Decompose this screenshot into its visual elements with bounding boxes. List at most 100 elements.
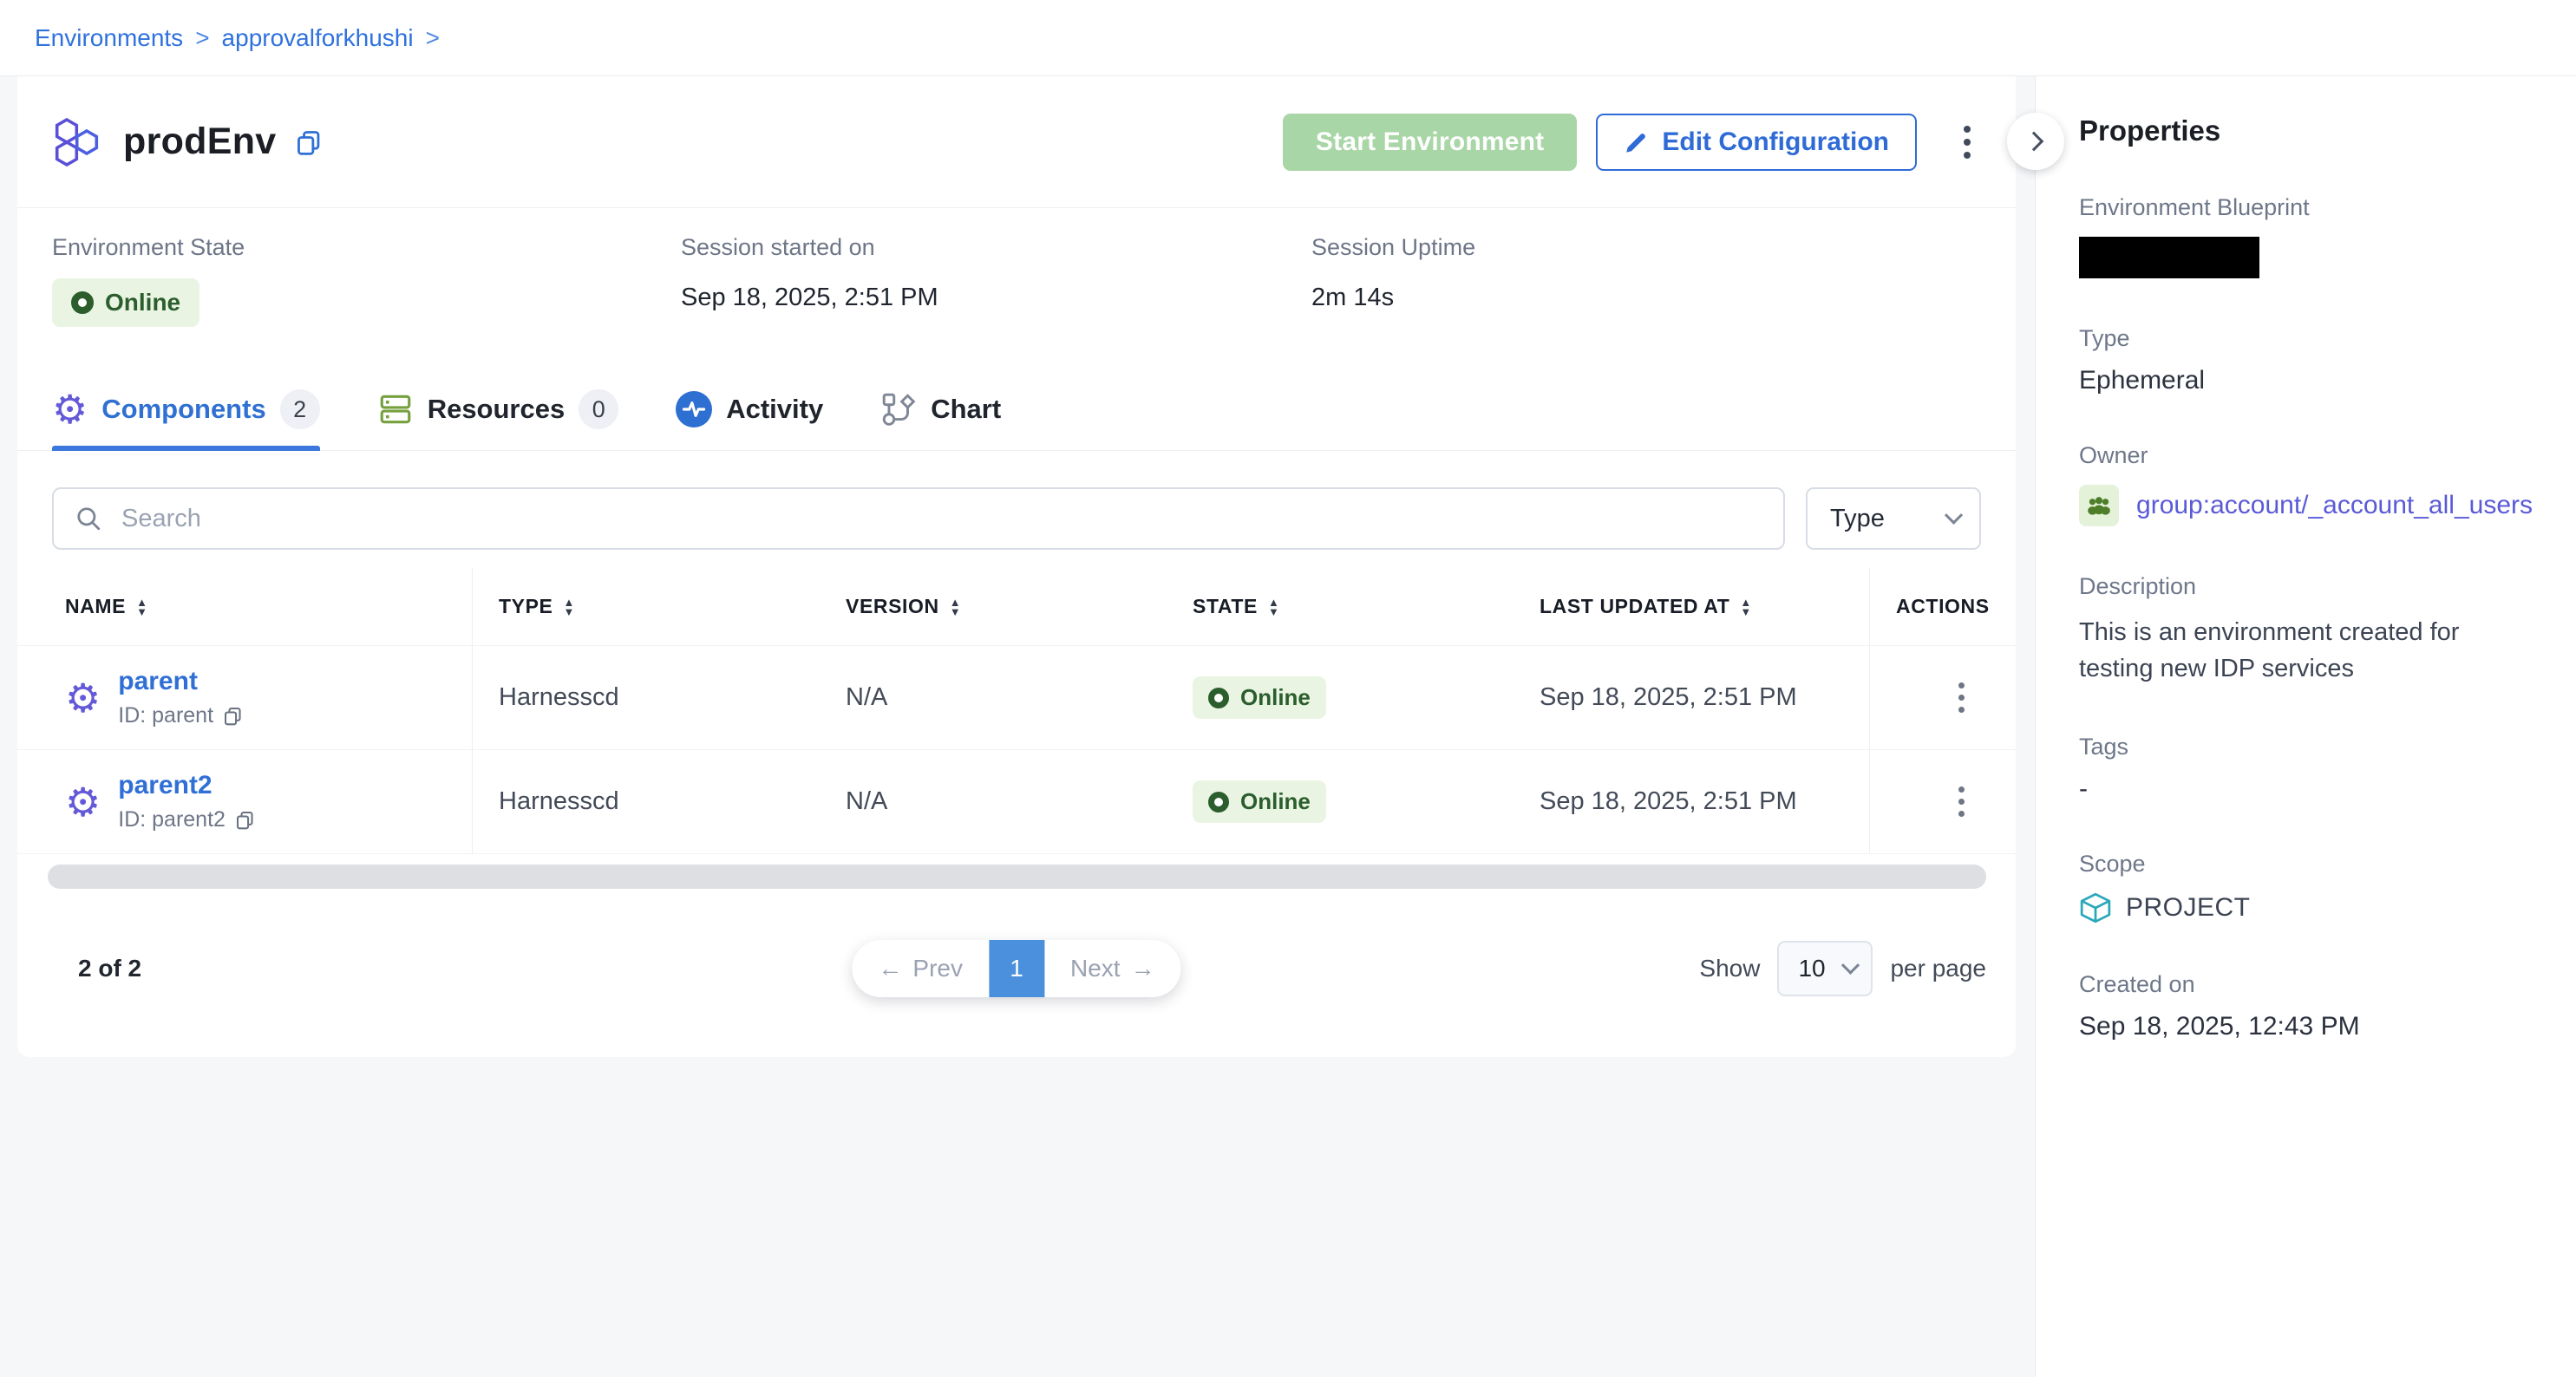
properties-panel: Properties Environment Blueprint Type Ep… [2035, 76, 2576, 1377]
environment-header: prodEnv Start Environment Edit Configura… [17, 76, 2016, 208]
column-header-type[interactable]: TYPE ▲▼ [473, 568, 820, 645]
online-status-icon [1208, 688, 1229, 708]
copy-id-icon[interactable] [234, 809, 256, 831]
component-type: Harnesscd [473, 646, 820, 749]
edit-configuration-button[interactable]: Edit Configuration [1596, 114, 1917, 171]
resources-stack-icon [377, 391, 414, 427]
page-size-dropdown[interactable]: 10 [1777, 941, 1873, 996]
component-last-updated: Sep 18, 2025, 2:51 PM [1514, 646, 1869, 749]
environment-summary-row: Environment State Online Session started… [17, 208, 2016, 369]
session-uptime-value: 2m 14s [1311, 284, 1475, 312]
show-label: Show [1699, 955, 1760, 982]
owner-label: Owner [2079, 442, 2533, 469]
sort-icon: ▲▼ [1740, 597, 1751, 617]
next-page-button[interactable]: Next → [1044, 940, 1181, 997]
environment-hexagon-icon [52, 116, 104, 168]
environment-state-label: Environment State [52, 234, 681, 261]
online-status-icon [71, 291, 94, 314]
search-icon [75, 505, 102, 532]
column-header-name[interactable]: NAME ▲▼ [17, 568, 473, 645]
type-filter-dropdown[interactable]: Type [1806, 487, 1981, 550]
sort-icon: ▲▼ [950, 597, 961, 617]
tags-value: - [2079, 774, 2533, 804]
collapse-panel-button[interactable] [2007, 113, 2064, 170]
tags-label: Tags [2079, 734, 2533, 760]
components-table-header: NAME ▲▼ TYPE ▲▼ VERSION ▲▼ STATE ▲▼ LAST… [17, 568, 2016, 646]
component-state-badge: Online [1193, 780, 1326, 823]
component-last-updated: Sep 18, 2025, 2:51 PM [1514, 750, 1869, 853]
copy-environment-name-button[interactable] [294, 127, 324, 157]
environment-more-options-button[interactable] [1953, 115, 1981, 169]
session-started-value: Sep 18, 2025, 2:51 PM [681, 284, 1311, 312]
arrow-right-icon: → [1131, 955, 1155, 982]
type-value: Ephemeral [2079, 366, 2533, 395]
component-gear-icon: ⚙ [65, 678, 101, 718]
column-header-actions-label: ACTIONS [1896, 595, 1990, 618]
column-header-last-updated[interactable]: LAST UPDATED AT ▲▼ [1514, 568, 1869, 645]
tab-chart[interactable]: Chart [880, 369, 1001, 450]
description-value: This is an environment created for testi… [2079, 614, 2533, 687]
column-header-state[interactable]: STATE ▲▼ [1167, 568, 1514, 645]
activity-pulse-icon [676, 391, 712, 427]
prev-page-button[interactable]: ← Prev [852, 940, 989, 997]
pencil-icon [1624, 129, 1650, 155]
page-size-value: 10 [1798, 955, 1825, 982]
component-version: N/A [820, 646, 1167, 749]
chevron-down-icon [1945, 506, 1963, 524]
breadcrumb-separator-icon: > [426, 24, 440, 52]
breadcrumb-link-environments[interactable]: Environments [35, 24, 183, 52]
column-header-last-updated-label: LAST UPDATED AT [1540, 595, 1729, 618]
component-id: ID: parent2 [118, 807, 226, 832]
next-page-label: Next [1070, 955, 1121, 982]
components-gear-icon: ⚙ [52, 389, 88, 429]
page-title: prodEnv [123, 121, 277, 163]
tab-bar: ⚙ Components 2 Resources 0 Activity [17, 369, 2016, 451]
row-actions-menu-button[interactable] [1948, 672, 1975, 723]
tab-components-count-badge: 2 [280, 389, 320, 429]
row-actions-menu-button[interactable] [1948, 776, 1975, 827]
component-state-value: Online [1240, 788, 1311, 815]
start-environment-button[interactable]: Start Environment [1283, 114, 1577, 171]
column-header-type-label: TYPE [499, 595, 552, 618]
edit-configuration-label: Edit Configuration [1662, 127, 1889, 157]
session-uptime-label: Session Uptime [1311, 234, 1475, 261]
column-header-version[interactable]: VERSION ▲▼ [820, 568, 1167, 645]
breadcrumb-link-environment[interactable]: approvalforkhushi [222, 24, 414, 52]
online-status-icon [1208, 792, 1229, 812]
component-name-link[interactable]: parent2 [118, 771, 212, 799]
column-header-name-label: NAME [65, 595, 126, 618]
tab-activity-label: Activity [726, 394, 823, 425]
pager: ← Prev 1 Next → [852, 940, 1180, 997]
tab-activity[interactable]: Activity [676, 369, 823, 450]
page-number-button[interactable]: 1 [989, 940, 1044, 997]
pagination-bar: 2 of 2 ← Prev 1 Next → Show 10 per page [17, 897, 2016, 1057]
session-started-label: Session started on [681, 234, 1311, 261]
blueprint-label: Environment Blueprint [2079, 194, 2533, 221]
owner-group-link[interactable]: group:account/_account_all_users [2136, 491, 2533, 520]
column-header-state-label: STATE [1193, 595, 1258, 618]
created-on-label: Created on [2079, 971, 2533, 998]
horizontal-scrollbar [17, 854, 2016, 897]
chart-workflow-icon [880, 391, 917, 427]
tab-resources[interactable]: Resources 0 [377, 369, 619, 450]
environment-state-badge: Online [52, 278, 199, 327]
component-version: N/A [820, 750, 1167, 853]
scope-cube-icon [2079, 891, 2112, 924]
properties-title: Properties [2079, 114, 2533, 147]
copy-id-icon[interactable] [222, 705, 244, 727]
sort-icon: ▲▼ [563, 597, 574, 617]
created-on-value: Sep 18, 2025, 12:43 PM [2079, 1012, 2533, 1041]
chevron-down-icon [1841, 956, 1860, 974]
scope-label: Scope [2079, 851, 2533, 878]
component-id: ID: parent [118, 703, 213, 728]
tab-chart-label: Chart [931, 394, 1001, 425]
search-input[interactable] [52, 487, 1785, 550]
copy-icon [294, 127, 324, 157]
horizontal-scrollbar-thumb[interactable] [48, 865, 1986, 889]
component-state-badge: Online [1193, 676, 1326, 719]
environment-detail-card: prodEnv Start Environment Edit Configura… [17, 76, 2016, 1057]
description-label: Description [2079, 573, 2533, 600]
tab-components[interactable]: ⚙ Components 2 [52, 369, 320, 450]
column-header-actions: ACTIONS [1869, 568, 2016, 645]
component-name-link[interactable]: parent [118, 667, 198, 695]
